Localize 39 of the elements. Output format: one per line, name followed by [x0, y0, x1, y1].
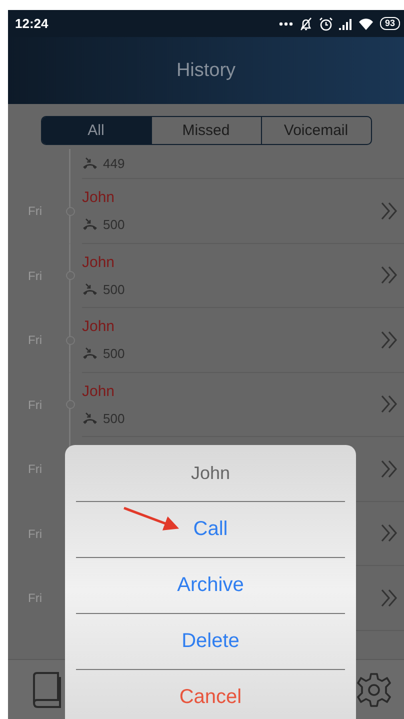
chevron-icon: [380, 330, 398, 350]
wifi-icon: [358, 18, 374, 30]
filter-tab[interactable]: Missed: [150, 117, 260, 144]
book-icon[interactable]: [30, 672, 64, 708]
action-button[interactable]: Call: [187, 514, 234, 545]
missed-call-icon: [82, 412, 98, 425]
battery-level: 93: [380, 17, 400, 30]
signal-icon: [338, 18, 352, 30]
contact-name: John: [82, 382, 116, 400]
action-button[interactable]: Archive: [171, 570, 250, 601]
contact-name: John: [82, 318, 116, 336]
chevron-icon: [380, 458, 398, 479]
more-dots-icon: [278, 22, 293, 26]
filter-tab[interactable]: Voicemail: [260, 117, 370, 144]
extension-number: 500: [103, 217, 125, 232]
contact-name: John: [82, 189, 116, 206]
settings-icon[interactable]: [356, 672, 392, 708]
alarm-icon: [318, 16, 333, 30]
chevron-icon: [380, 588, 398, 608]
missed-call-icon: [82, 347, 98, 360]
bell-off-icon: [298, 16, 313, 30]
extension-number: 449: [103, 156, 125, 171]
screen-title: History: [176, 60, 236, 82]
contact-name: John: [82, 254, 116, 271]
extension-number: 500: [103, 410, 125, 426]
extension-number: 500: [103, 282, 125, 297]
chevron-icon: [380, 200, 398, 221]
chevron-icon: [380, 394, 398, 414]
clock-time: 12:24: [15, 16, 48, 31]
chevron-icon: [380, 523, 398, 544]
missed-call-icon: [82, 282, 98, 296]
action-button[interactable]: Delete: [176, 626, 246, 657]
missed-call-icon: [82, 157, 98, 170]
action-button[interactable]: Cancel: [173, 682, 248, 713]
filter-tab[interactable]: All: [42, 117, 150, 144]
extension-number: 500: [103, 346, 125, 362]
missed-call-icon: [82, 218, 98, 232]
chevron-icon: [380, 265, 398, 286]
sheet-title: John: [76, 445, 345, 502]
